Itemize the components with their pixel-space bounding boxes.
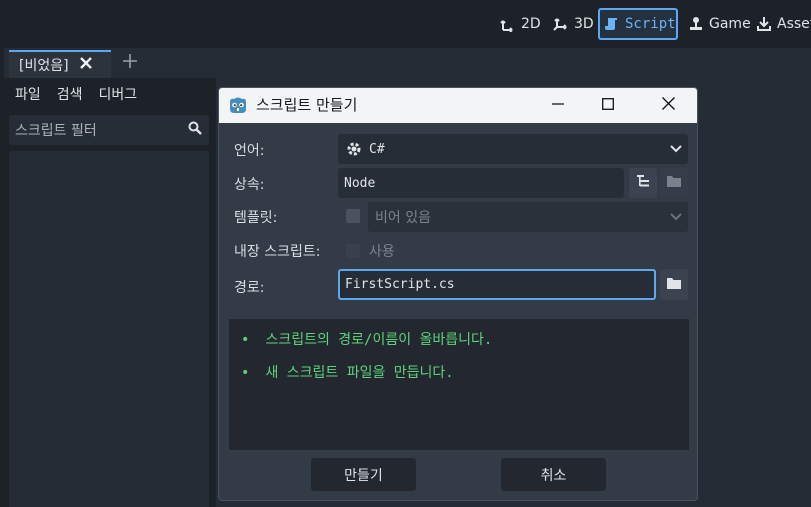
folder-icon <box>667 175 681 191</box>
folder-icon <box>667 277 681 293</box>
cancel-button[interactable]: 취소 <box>501 458 606 491</box>
template-select[interactable]: 비어 있음 <box>368 202 688 232</box>
menu-debug[interactable]: 디버그 <box>99 82 138 108</box>
message-text: 스크립트의 경로/이름이 올바릅니다. <box>265 332 493 348</box>
chevron-down-icon <box>670 145 682 153</box>
minimize-button[interactable] <box>533 88 583 123</box>
mode-game-label: Game <box>709 16 751 32</box>
inherits-input[interactable]: Node <box>338 168 624 198</box>
mode-script-button[interactable]: Script <box>598 8 678 40</box>
menu-search[interactable]: 검색 <box>57 82 83 108</box>
csharp-gear-icon <box>345 140 363 158</box>
close-tab-icon[interactable] <box>79 56 93 74</box>
template-value: 비어 있음 <box>375 210 431 226</box>
script-filter-input[interactable]: 스크립트 필터 <box>9 115 209 145</box>
message-text: 새 스크립트 파일을 만듭니다. <box>265 365 454 381</box>
builtin-script-checkbox[interactable] <box>346 244 360 258</box>
class-tree-icon <box>636 174 650 192</box>
maximize-button[interactable] <box>583 88 633 123</box>
script-list[interactable] <box>9 151 209 507</box>
search-icon <box>188 121 202 139</box>
path-value: FirstScript.cs <box>345 277 455 292</box>
language-value: C# <box>369 141 385 157</box>
cancel-button-label: 취소 <box>540 467 567 484</box>
top-bar: 2D 3D Script Game Asset <box>0 0 811 48</box>
path-label: 경로: <box>234 280 265 296</box>
tab-label: [비었음] <box>19 58 69 74</box>
dialog-titlebar: 스크립트 만들기 <box>219 88 697 123</box>
inherits-value: Node <box>344 175 376 191</box>
mode-script-label: Script <box>625 16 676 32</box>
chevron-down-icon <box>670 213 682 221</box>
template-checkbox[interactable] <box>346 209 360 223</box>
inherits-tree-button[interactable] <box>629 168 657 198</box>
minimize-icon <box>552 98 564 114</box>
menu-file[interactable]: 파일 <box>15 82 41 108</box>
game-icon <box>688 16 704 32</box>
message-item: • 새 스크립트 파일을 만듭니다. <box>241 362 454 382</box>
mode-assetlib-button[interactable]: Asset <box>752 8 811 40</box>
mode-2d-button[interactable]: 2D <box>496 8 545 40</box>
message-item: • 스크립트의 경로/이름이 올바릅니다. <box>241 329 492 349</box>
create-button-label: 만들기 <box>344 467 383 484</box>
language-label: 언어: <box>234 143 265 159</box>
maximize-icon <box>602 97 614 114</box>
close-icon <box>661 97 675 114</box>
path-browse-button[interactable] <box>660 269 688 300</box>
script-panel: [비었음] 파일 검색 디버그 스크립트 필터 <box>0 48 216 507</box>
inherits-browse-button[interactable] <box>660 168 688 198</box>
language-select[interactable]: C# <box>338 134 688 164</box>
path-input[interactable]: FirstScript.cs <box>338 269 656 300</box>
script-icon <box>604 16 620 32</box>
tab-bar: [비었음] <box>4 48 216 78</box>
create-button[interactable]: 만들기 <box>311 458 416 491</box>
builtin-script-label: 내장 스크립트: <box>234 244 321 260</box>
add-tab-icon[interactable] <box>122 53 138 73</box>
mode-3d-label: 3D <box>574 16 594 32</box>
script-filter-placeholder: 스크립트 필터 <box>15 123 97 139</box>
close-dialog-button[interactable] <box>643 88 693 123</box>
mode-2d-label: 2D <box>521 16 541 32</box>
inherits-label: 상속: <box>234 177 265 193</box>
2d-icon <box>500 16 516 32</box>
validation-messages: • 스크립트의 경로/이름이 올바릅니다. • 새 스크립트 파일을 만듭니다. <box>229 319 689 450</box>
mode-3d-button[interactable]: 3D <box>549 8 598 40</box>
mode-assetlib-label: Asset <box>777 16 811 32</box>
3d-icon <box>553 16 569 32</box>
bullet: • <box>241 332 250 348</box>
tab-empty[interactable]: [비었음] <box>9 50 111 78</box>
godot-logo-icon <box>228 96 248 118</box>
assetlib-icon <box>756 16 772 32</box>
template-label: 템플릿: <box>234 210 278 226</box>
builtin-script-option: 사용 <box>369 244 395 260</box>
dialog-title: 스크립트 만들기 <box>256 96 358 114</box>
script-menu-bar: 파일 검색 디버그 <box>4 82 142 108</box>
create-script-dialog: 스크립트 만들기 언어: C# 상속: Node 템플릿: 비어 있음 내장 스… <box>218 87 698 501</box>
mode-game-button[interactable]: Game <box>684 8 755 40</box>
bullet: • <box>241 365 250 381</box>
